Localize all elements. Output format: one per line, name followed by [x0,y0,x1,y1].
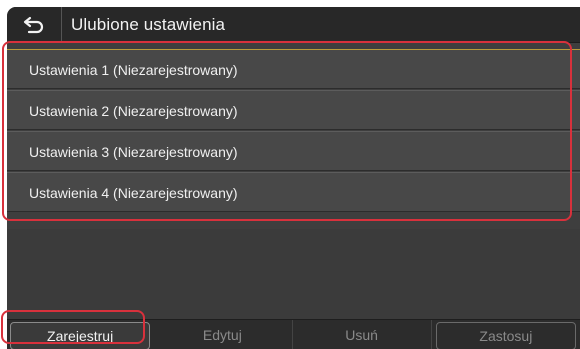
delete-button[interactable]: Usuń [293,320,432,349]
list-item-settings-2[interactable]: Ustawienia 2 (Niezarejestrowany) [7,90,580,130]
register-button[interactable]: Zarejestruj [10,322,151,349]
back-arrow-icon [23,16,44,33]
list-item-settings-3[interactable]: Ustawienia 3 (Niezarejestrowany) [7,131,580,171]
list-item-label: Ustawienia 1 (Niezarejestrowany) [29,62,238,78]
footer-toolbar: Zarejestruj Edytuj Usuń Zastosuj [7,319,580,349]
list-item-settings-1[interactable]: Ustawienia 1 (Niezarejestrowany) [7,49,580,89]
list-item-label: Ustawienia 2 (Niezarejestrowany) [29,103,238,119]
edit-button[interactable]: Edytuj [153,320,293,349]
empty-list-area [7,229,580,319]
page-title: Ulubione ustawienia [71,15,226,34]
back-button[interactable] [7,7,62,42]
list-item-settings-4[interactable]: Ustawienia 4 (Niezarejestrowany) [7,172,580,212]
settings-list: Ustawienia 1 (Niezarejestrowany) Ustawie… [7,49,580,213]
screen: Ulubione ustawienia Ustawienia 1 (Niezar… [7,7,580,349]
apply-button[interactable]: Zastosuj [435,322,576,349]
list-item-label: Ustawienia 3 (Niezarejestrowany) [29,144,238,160]
header-bar: Ulubione ustawienia [7,7,580,43]
list-item-label: Ustawienia 4 (Niezarejestrowany) [29,185,238,201]
